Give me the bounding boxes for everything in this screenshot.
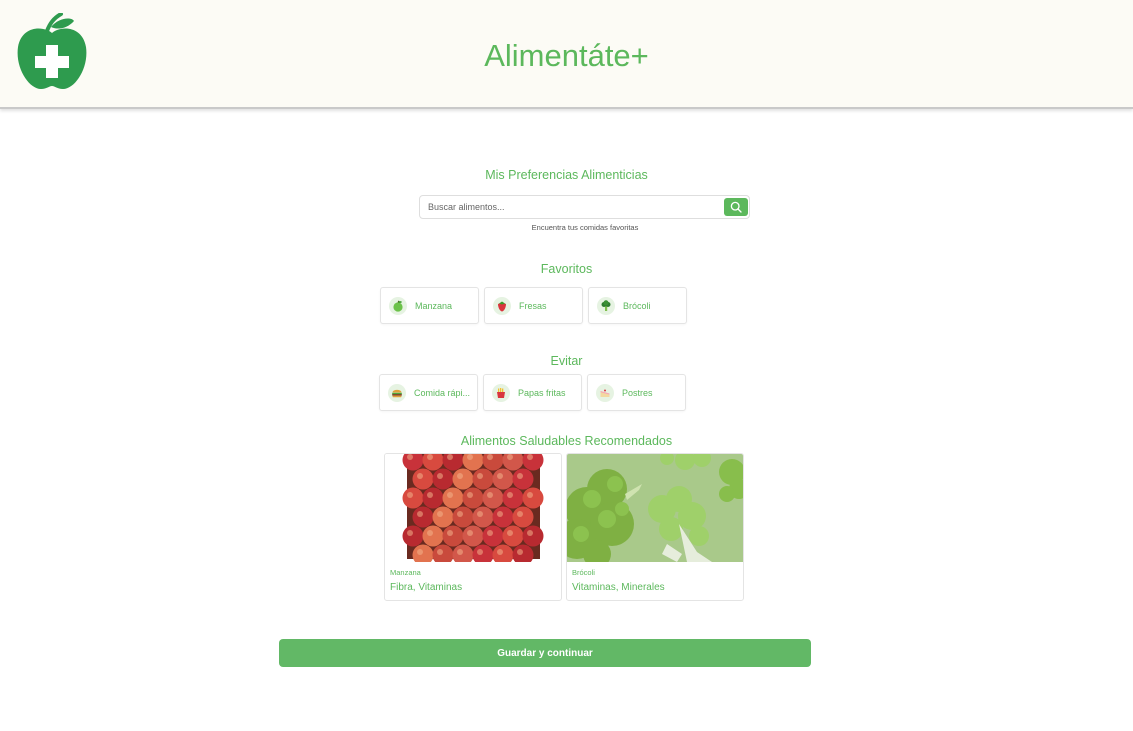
avoid-chip-label: Comida rápi... — [414, 387, 471, 398]
app-title: Alimentáte+ — [484, 38, 649, 73]
strawberry-icon — [493, 296, 511, 315]
card-food-name: Brócoli — [572, 568, 595, 577]
broccoli-photo — [567, 454, 743, 562]
favorite-chip-manzana[interactable]: Manzana — [380, 287, 479, 324]
search-button[interactable] — [724, 198, 748, 216]
card-food-name: Manzana — [390, 568, 421, 577]
app-header: Alimentáte+ — [0, 0, 1133, 109]
save-continue-button[interactable]: Guardar y continuar — [279, 639, 811, 667]
avoid-chip-label: Papas fritas — [518, 387, 566, 398]
avoid-chip-label: Postres — [622, 387, 653, 398]
avoid-title: Evitar — [550, 354, 583, 368]
apple-icon — [389, 296, 407, 315]
burger-icon — [388, 383, 406, 402]
recommended-card-manzana[interactable]: Manzana Fibra, Vitaminas — [384, 453, 562, 601]
broccoli-icon — [597, 296, 615, 315]
preferences-title: Mis Preferencias Alimenticias — [485, 168, 648, 182]
search-input[interactable] — [420, 196, 720, 218]
apples-photo — [385, 454, 561, 562]
avoid-chip-postres[interactable]: Postres — [587, 374, 686, 411]
favorite-chip-fresas[interactable]: Fresas — [484, 287, 583, 324]
favorite-chip-label: Brócoli — [623, 300, 651, 311]
card-nutrients: Fibra, Vitaminas — [390, 582, 463, 593]
favorite-chip-brocoli[interactable]: Brócoli — [588, 287, 687, 324]
favorites-title: Favoritos — [540, 262, 593, 276]
card-nutrients: Vitaminas, Minerales — [572, 582, 665, 593]
recommended-title: Alimentos Saludables Recomendados — [460, 434, 673, 448]
recommended-card-brocoli[interactable]: Brócoli Vitaminas, Minerales — [566, 453, 744, 601]
avoid-chip-comida-rapida[interactable]: Comida rápi... — [379, 374, 478, 411]
search-icon — [730, 201, 742, 213]
favorite-chip-label: Fresas — [519, 300, 547, 311]
fries-icon — [492, 383, 510, 402]
cake-icon — [596, 383, 614, 402]
search-helper-text: Encuentra tus comidas favoritas — [531, 223, 639, 232]
avoid-chip-papas-fritas[interactable]: Papas fritas — [483, 374, 582, 411]
search-box — [419, 195, 750, 219]
favorite-chip-label: Manzana — [415, 300, 453, 311]
